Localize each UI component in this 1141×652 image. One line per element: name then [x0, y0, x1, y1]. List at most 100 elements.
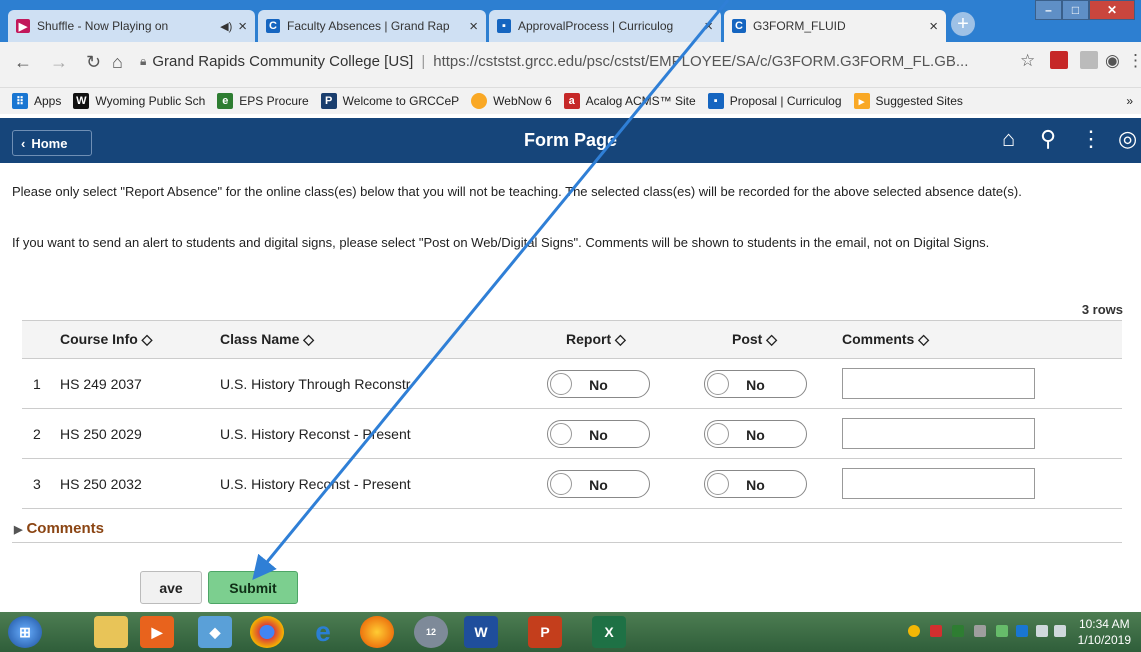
report-toggle[interactable]: No [547, 469, 650, 498]
report-toggle[interactable]: No [547, 419, 650, 448]
navbar-compass-icon[interactable]: ◎ [1118, 126, 1137, 152]
media-icon[interactable]: ▶ [140, 616, 174, 648]
triangle-right-icon: ▶ [14, 524, 23, 536]
bookmark-apps[interactable]: ⠿ Apps [12, 93, 61, 109]
url-text: https://cststst.grcc.edu/psc/cstst/EMPLO… [433, 52, 969, 70]
tray-icon[interactable] [908, 625, 920, 637]
course-info: HS 249 2037 [60, 375, 142, 392]
instruction-report: Please only select "Report Absence" for … [12, 184, 1022, 199]
curriculog-icon: ▪ [707, 93, 724, 109]
maximize-button[interactable]: □ [1062, 0, 1089, 20]
bookmark-eps[interactable]: e EPS Procure [217, 93, 309, 109]
table-row: 3 HS 250 2032 U.S. History Reconst - Pre… [22, 459, 1122, 509]
instruction-post: If you want to send an alert to students… [12, 235, 990, 250]
submit-button[interactable]: Submit [208, 571, 298, 604]
close-tab-icon[interactable]: × [469, 18, 478, 35]
new-tab-button[interactable]: + [951, 12, 975, 36]
tab-approval-process[interactable]: ▪ ApprovalProcess | Curriculog × [489, 10, 721, 42]
powerpoint-icon[interactable]: P [528, 616, 562, 648]
speaker-icon[interactable]: ◀) [220, 20, 232, 33]
clock-app-icon[interactable]: 12 [414, 616, 448, 648]
address-bar-area: ← → ↻ ⌂ 🔒︎ Grand Rapids Community Colleg… [0, 42, 1141, 88]
grcc-icon: C [266, 19, 280, 33]
file-explorer-icon[interactable] [94, 616, 128, 648]
bookmark-grccep[interactable]: P Welcome to GRCCeP [320, 93, 459, 109]
tray-icon[interactable] [952, 625, 964, 637]
grccep-icon: P [320, 93, 337, 109]
menu-icon[interactable]: ⋮ [1127, 51, 1141, 71]
bluetooth-icon[interactable] [1016, 625, 1028, 637]
bookmark-wyoming[interactable]: W Wyoming Public Sch [73, 93, 205, 109]
tab-faculty-absences[interactable]: C Faculty Absences | Grand Rap × [258, 10, 486, 42]
bookmark-webnow[interactable]: WebNow 6 [471, 93, 552, 109]
column-header-report[interactable]: Report ◇ [566, 321, 626, 358]
grcc-icon: C [732, 19, 746, 33]
column-header-comments[interactable]: Comments ◇ [842, 321, 929, 358]
comments-input[interactable] [842, 468, 1035, 499]
comments-section-toggle[interactable]: ▶ Comments [14, 520, 104, 537]
post-toggle[interactable]: No [704, 419, 807, 448]
start-button[interactable]: ⊞ [8, 616, 42, 648]
pdf-extension-icon[interactable] [1050, 51, 1068, 74]
close-window-button[interactable]: ✕ [1089, 0, 1135, 20]
course-info: HS 250 2029 [60, 425, 142, 442]
report-toggle[interactable]: No [547, 369, 650, 398]
tray-icon[interactable] [996, 625, 1008, 637]
column-header-post[interactable]: Post ◇ [732, 321, 777, 358]
play-icon: ▶ [16, 19, 30, 33]
close-tab-icon[interactable]: × [929, 18, 938, 35]
photos-icon[interactable]: ◆ [198, 616, 232, 648]
site-identity: Grand Rapids Community College [US] [152, 52, 414, 70]
tray-icon[interactable] [974, 625, 986, 637]
star-icon[interactable]: ☆ [1020, 51, 1035, 71]
system-clock[interactable]: 10:34 AM 1/10/2019 [1078, 616, 1131, 648]
search-icon[interactable]: ⚲ [1040, 126, 1056, 152]
row-number: 1 [33, 375, 41, 392]
column-header-course-info[interactable]: Course Info ◇ [60, 321, 152, 358]
class-name: U.S. History Through Reconstr [220, 375, 411, 392]
tab-g3form-fluid[interactable]: C G3FORM_FLUID × [724, 10, 946, 42]
webnow-icon [471, 93, 488, 109]
bookmarks-bar: ⠿ Apps W Wyoming Public Sch e EPS Procure P… [0, 88, 1141, 114]
bookmark-curriculog[interactable]: ▪ Proposal | Curriculog [707, 93, 842, 109]
wyoming-icon: W [73, 93, 90, 109]
omnibox[interactable]: 🔒︎ Grand Rapids Community College [US] |… [140, 51, 1010, 71]
battery-icon[interactable] [1036, 625, 1048, 637]
home-house-icon[interactable]: ⌂ [1002, 126, 1015, 152]
class-name: U.S. History Reconst - Present [220, 475, 411, 492]
comments-input[interactable] [842, 368, 1035, 399]
comments-input[interactable] [842, 418, 1035, 449]
firefox-icon[interactable] [360, 616, 394, 648]
chrome-icon[interactable] [250, 616, 284, 648]
bookmark-suggested[interactable]: ▸ Suggested Sites [853, 93, 963, 109]
save-button[interactable]: ave [140, 571, 202, 604]
profile-icon[interactable]: ◉ [1105, 51, 1120, 71]
close-tab-icon[interactable]: × [238, 18, 247, 35]
excel-icon[interactable]: X [592, 616, 626, 648]
actions-menu-icon[interactable]: ⋮ [1080, 126, 1102, 152]
volume-icon[interactable] [1054, 625, 1066, 637]
reload-icon[interactable]: ↻ [86, 52, 101, 73]
windows-taskbar: ⊞ ▶ ◆ e 12 W P X 10:34 AM 1/10/2019 [0, 612, 1141, 652]
back-icon[interactable]: ← [14, 52, 32, 73]
acalog-icon: a [563, 93, 580, 109]
tray-icon[interactable] [930, 625, 942, 637]
extension-icon[interactable] [1080, 51, 1098, 74]
class-name: U.S. History Reconst - Present [220, 425, 411, 442]
page-title: Form Page [523, 130, 618, 150]
tab-shuffle[interactable]: ▶ Shuffle - Now Playing on ◀) × [8, 10, 255, 42]
forward-icon[interactable]: → [50, 52, 68, 73]
word-icon[interactable]: W [464, 616, 498, 648]
close-tab-icon[interactable]: × [704, 18, 713, 35]
internet-explorer-icon[interactable]: e [306, 616, 340, 648]
minimize-button[interactable]: – [1035, 0, 1062, 20]
divider [12, 542, 1122, 543]
post-toggle[interactable]: No [704, 369, 807, 398]
home-icon[interactable]: ⌂ [112, 52, 123, 73]
apps-grid-icon: ⠿ [12, 93, 28, 109]
column-header-class-name[interactable]: Class Name ◇ [220, 321, 314, 358]
bookmarks-more-chevron[interactable]: » [1126, 94, 1133, 108]
suggested-sites-icon: ▸ [853, 93, 870, 109]
post-toggle[interactable]: No [704, 469, 807, 498]
bookmark-acalog[interactable]: a Acalog ACMS™ Site [563, 93, 696, 109]
